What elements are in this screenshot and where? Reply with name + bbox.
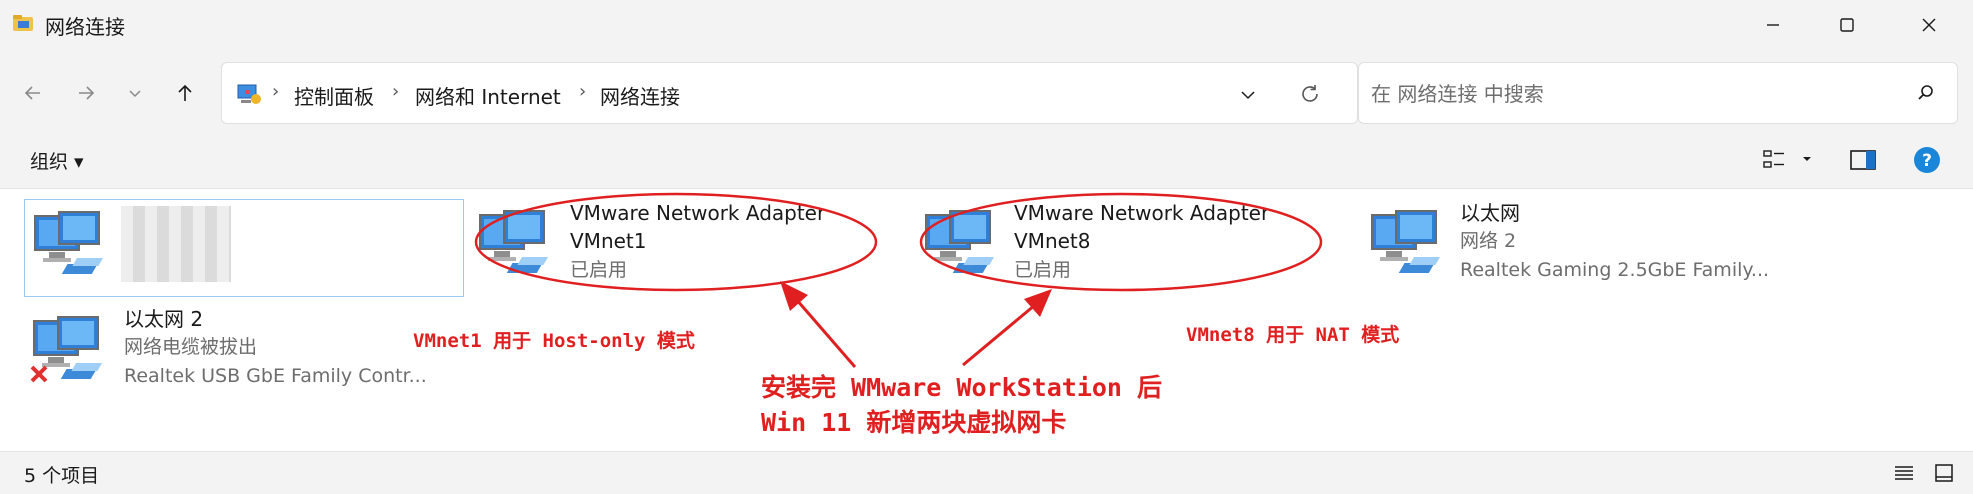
breadcrumb-separator-icon: ›: [392, 81, 400, 102]
change-view-icon[interactable]: [1762, 148, 1788, 172]
arrow-to-vmnet8-icon: [962, 289, 1052, 367]
minimize-icon: [1767, 24, 1779, 26]
vmnet1-highlight-ellipse: [474, 192, 878, 292]
annotation-main-line1: 安装完 WMware WorkStation 后: [761, 373, 1163, 402]
breadcrumb-network-internet[interactable]: 网络和 Internet: [415, 81, 561, 110]
search-box[interactable]: [1358, 62, 1958, 124]
close-icon: [1922, 18, 1936, 32]
chevron-down-icon: [129, 90, 141, 98]
up-button[interactable]: [166, 74, 204, 112]
arrow-up-icon: [178, 84, 192, 101]
window-title: 网络连接: [45, 15, 125, 39]
forward-button[interactable]: [67, 74, 105, 112]
back-button[interactable]: [14, 74, 52, 112]
status-bar: 5 个项目: [0, 452, 1973, 494]
annotation-main-line2: Win 11 新增两块虚拟网卡: [761, 408, 1067, 437]
control-panel-icon: [237, 84, 261, 104]
search-icon[interactable]: [1916, 83, 1936, 103]
refresh-icon[interactable]: [1299, 83, 1321, 105]
details-view-icon[interactable]: [1893, 463, 1915, 483]
item-count: 5 个项目: [24, 465, 100, 487]
vmnet8-highlight-ellipse: [919, 192, 1323, 292]
breadcrumb-separator-icon: ›: [579, 81, 587, 102]
command-bar: 组织 ▾ ?: [0, 134, 1973, 188]
view-options-chevron-icon[interactable]: [1800, 152, 1814, 166]
maximize-icon: [1840, 18, 1854, 32]
minimize-button[interactable]: [1737, 0, 1809, 50]
address-bar[interactable]: › 控制面板 › 网络和 Internet › 网络连接: [221, 62, 1358, 124]
large-icons-view-icon[interactable]: [1933, 462, 1955, 484]
organize-menu[interactable]: 组织 ▾: [30, 147, 84, 174]
vmnet1-note: VMnet1 用于 Host-only 模式: [413, 330, 695, 352]
svg-text:?: ?: [1922, 151, 1932, 171]
arrow-to-vmnet1-icon: [780, 281, 857, 368]
network-connections-list: VMware Network Adapter VMnet1 已启用 VMware…: [0, 188, 1973, 452]
help-icon[interactable]: ?: [1913, 146, 1941, 174]
recent-locations-button[interactable]: [116, 74, 154, 112]
maximize-button[interactable]: [1811, 0, 1883, 50]
vmnet8-note: VMnet8 用于 NAT 模式: [1186, 324, 1400, 346]
breadcrumb-separator-icon: ›: [272, 81, 280, 102]
title-bar: 网络连接: [0, 0, 1973, 50]
breadcrumb-control-panel[interactable]: 控制面板: [294, 81, 374, 110]
network-connections-window: 网络连接 › 控制面板 › 网络和 Internet › 网络连接 在 网络连接…: [0, 0, 1973, 494]
search-input[interactable]: [1371, 79, 1891, 109]
arrow-right-icon: [79, 86, 95, 100]
navigation-row: › 控制面板 › 网络和 Internet › 网络连接: [0, 52, 1973, 132]
address-dropdown-icon[interactable]: [1239, 85, 1257, 103]
breadcrumb-network-connections[interactable]: 网络连接: [600, 81, 680, 110]
close-button[interactable]: [1893, 0, 1965, 50]
arrow-left-icon: [24, 86, 40, 100]
network-folder-icon: [13, 15, 33, 31]
preview-pane-icon[interactable]: [1849, 148, 1877, 172]
